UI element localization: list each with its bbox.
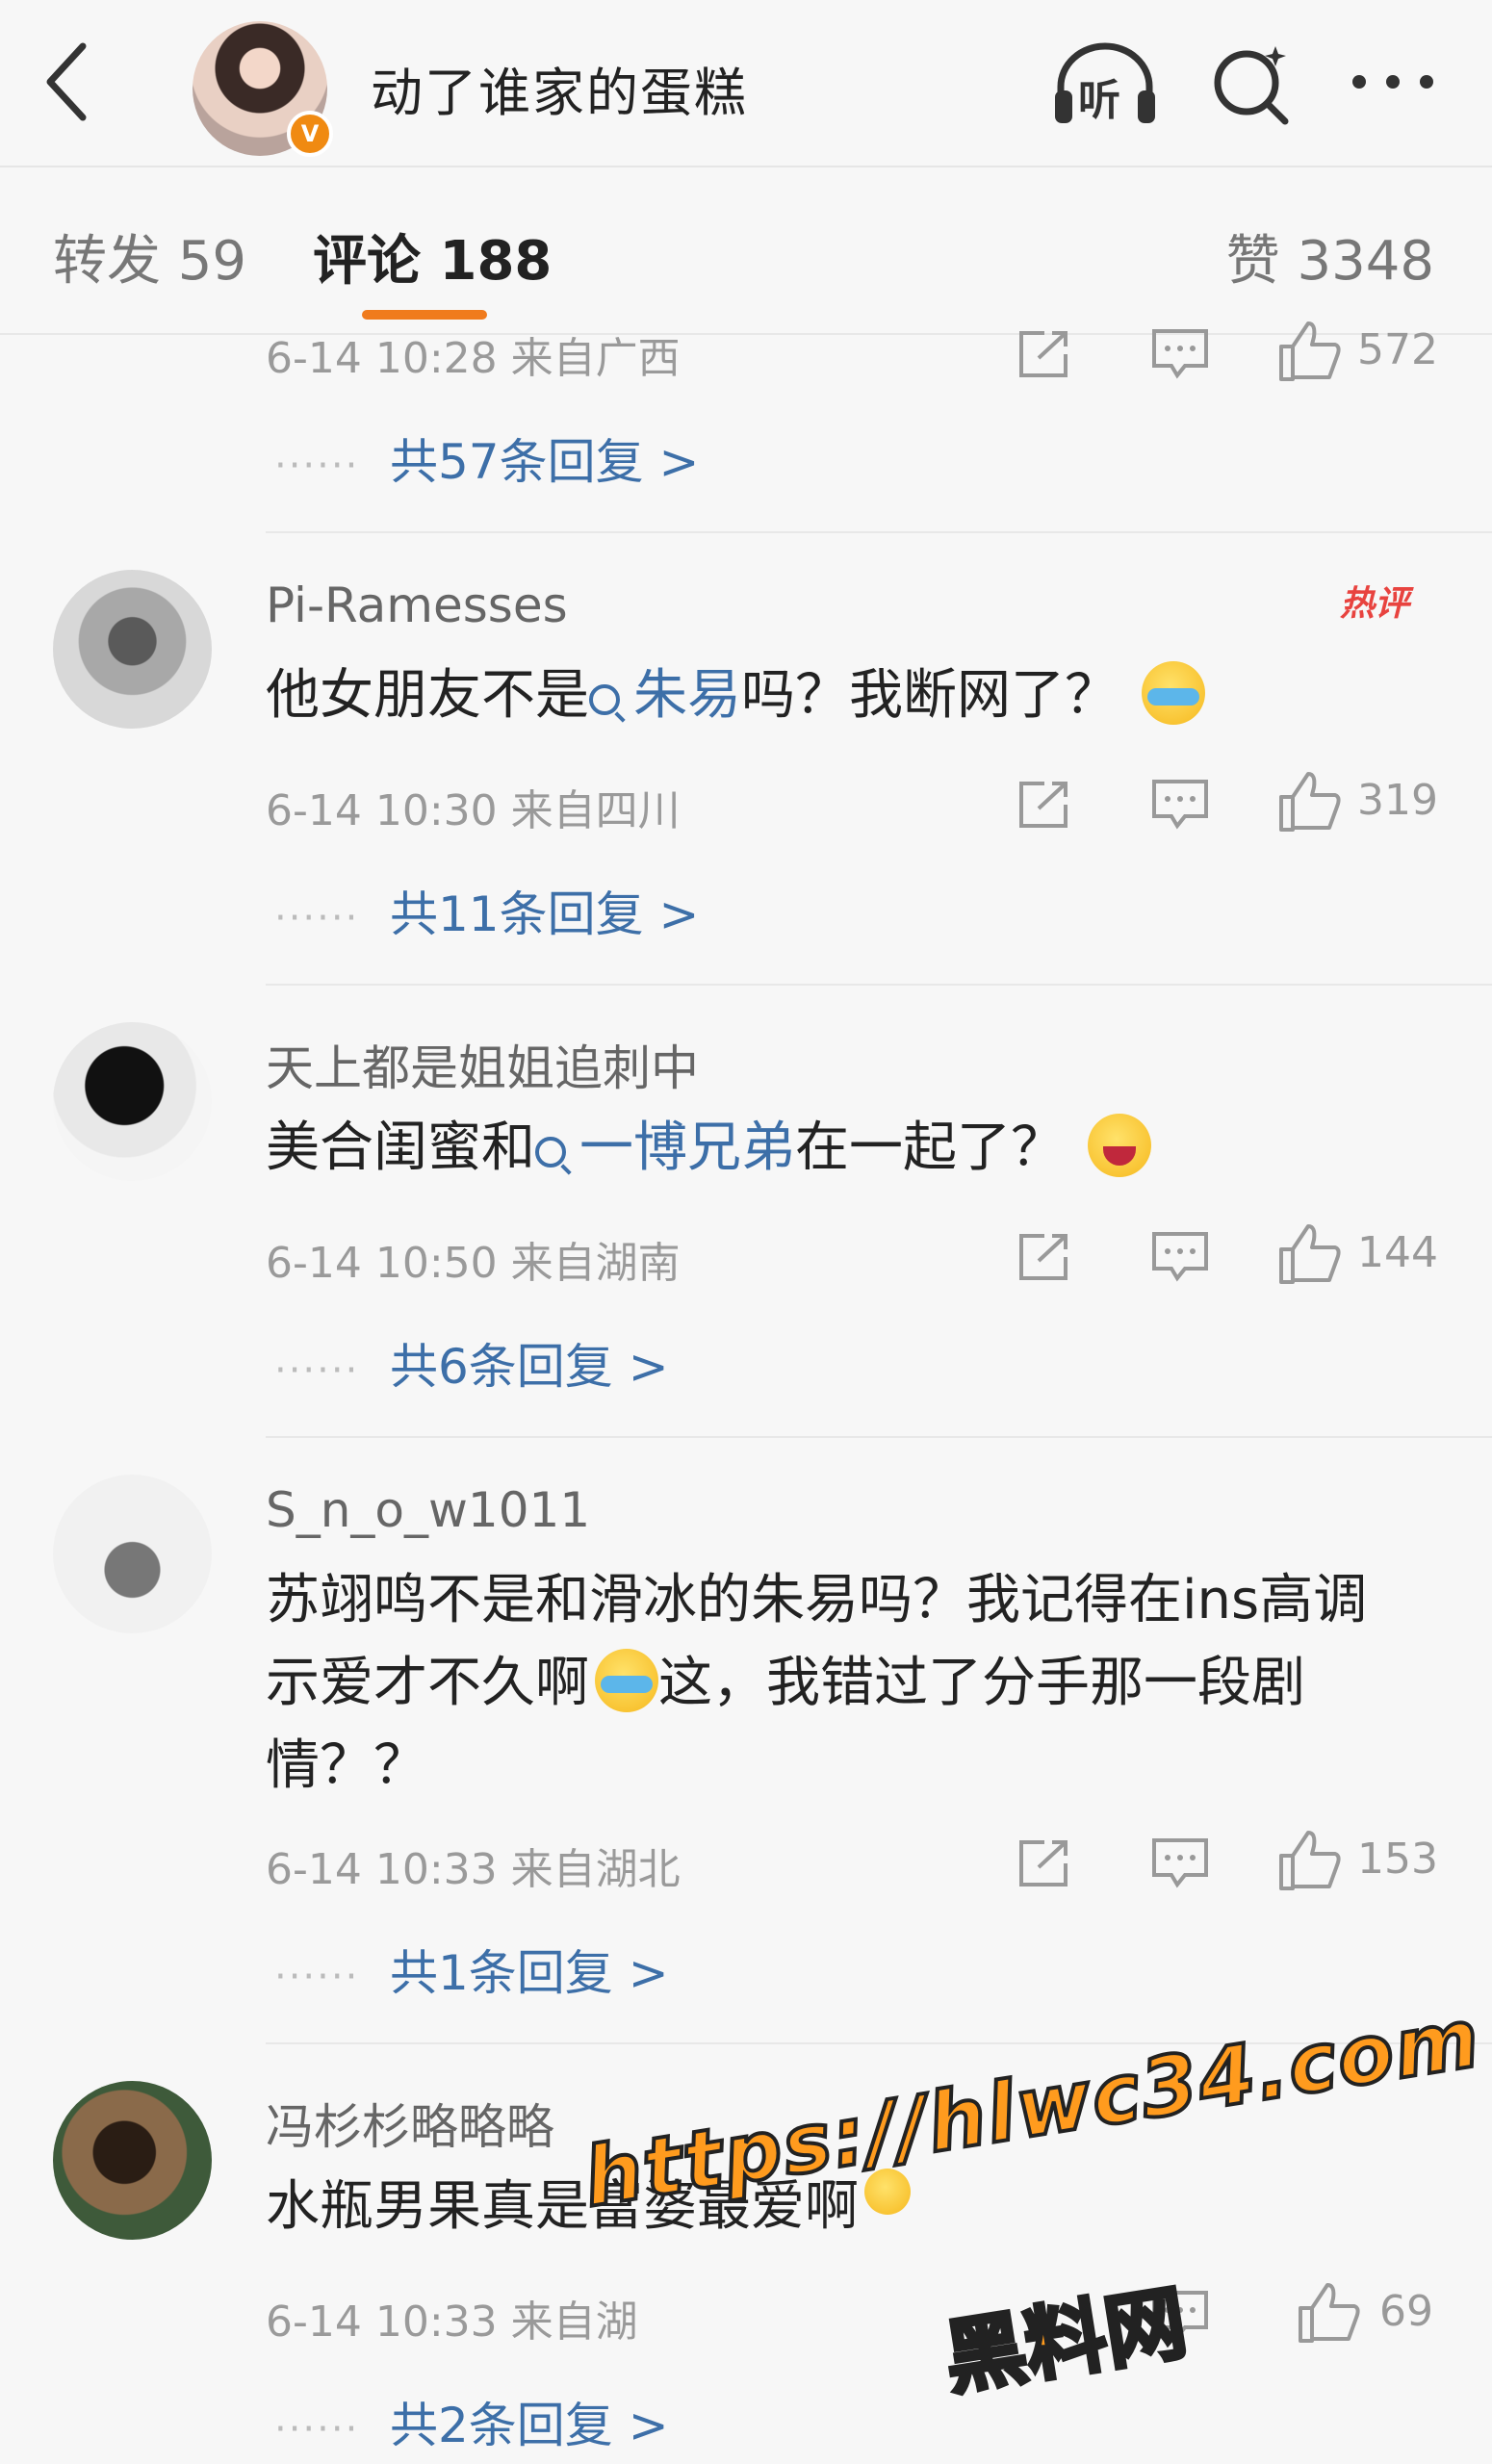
topic-label: 朱易 <box>633 664 741 727</box>
replies-count: 共6条回复 > <box>390 1339 669 1395</box>
divider <box>266 1436 1492 1438</box>
comment-actions: 144 <box>1016 1222 1439 1290</box>
divider <box>266 984 1492 986</box>
reply-dots: ······ <box>274 1348 360 1393</box>
search-icon <box>535 1137 566 1168</box>
crying-laughing-emoji-icon <box>595 1649 658 1712</box>
share-icon[interactable] <box>1016 1836 1073 1890</box>
like-count: 572 <box>1357 325 1438 374</box>
comment-meta: 6-14 10:50 来自湖南 <box>266 1239 681 1288</box>
crying-laughing-emoji-icon <box>1141 661 1205 725</box>
avatar[interactable] <box>53 2081 212 2240</box>
tab-likes[interactable]: 赞 3348 <box>1226 218 1434 295</box>
share-icon[interactable] <box>1016 778 1073 832</box>
like-count: 153 <box>1357 1835 1438 1884</box>
topic-link[interactable]: 朱易 <box>589 664 741 727</box>
view-replies-link[interactable]: ······ 共6条回复 > <box>274 1328 669 1398</box>
comment-text: 苏翊鸣不是和滑冰的朱易吗？我记得在ins高调 示爱才不久啊 这，我错过了分手那一段… <box>266 1559 1450 1808</box>
topic-link[interactable]: 一博兄弟 <box>535 1116 795 1179</box>
watermark: https://hlwc34.com 黑料网 <box>576 1989 1489 2408</box>
comment-text-part: 他女朋友不是 <box>266 664 589 727</box>
share-icon[interactable] <box>1016 327 1073 381</box>
comment-text-part: 吗？我断网了？ <box>741 664 1119 727</box>
listen-button[interactable]: 听 <box>1051 40 1159 127</box>
watermark-url: https://hlwc34.com <box>576 1989 1489 2227</box>
replies-count: 共11条回复 > <box>390 886 700 942</box>
page-title: 动了谁家的蛋糕 <box>371 63 748 123</box>
comment-username[interactable]: S_n_o_w1011 <box>266 1482 590 1538</box>
tab-bar: 转发 59 评论 188 赞 3348 <box>0 167 1492 335</box>
comment-actions: 572 <box>1016 320 1439 387</box>
watermark-name: 黑料网 <box>937 2273 1195 2408</box>
view-replies-link[interactable]: ······ 共11条回复 > <box>274 876 699 945</box>
like-icon[interactable] <box>1275 770 1343 834</box>
reply-dots: ······ <box>274 1955 360 1999</box>
comment-icon[interactable] <box>1150 1836 1210 1890</box>
topic-label: 一博兄弟 <box>579 1116 795 1179</box>
hot-comment-badge: 热评 <box>1340 584 1410 624</box>
comment-text: 美合闺蜜和 一博兄弟在一起了？ <box>266 1107 1450 1190</box>
comment-text-part: 这，我错过了分手那一段剧 <box>658 1652 1305 1714</box>
view-replies-link[interactable]: ······ 共1条回复 > <box>274 1935 669 2004</box>
comment-meta: 6-14 10:28 来自广西 <box>266 334 681 383</box>
comment-text-part: 在一起了？ <box>795 1116 1065 1179</box>
comment-text: 他女朋友不是 朱易吗？我断网了？ <box>266 654 1450 737</box>
replies-count: 共1条回复 > <box>390 1945 669 2001</box>
comment-meta: 6-14 10:30 来自四川 <box>266 786 681 835</box>
like-count: 144 <box>1357 1228 1438 1277</box>
avatar[interactable] <box>53 570 212 729</box>
comment-username[interactable]: Pi-Ramesses <box>266 578 568 633</box>
listen-label: 听 <box>1078 76 1120 125</box>
comment-username[interactable]: 天上都是姐姐追刺中 <box>266 1030 699 1099</box>
comment-actions: 153 <box>1016 1829 1439 1896</box>
tab-comments[interactable]: 评论 188 <box>313 218 552 295</box>
comment-line: 情？？ <box>266 1734 427 1797</box>
avatar[interactable] <box>53 1475 212 1633</box>
reply-dots: ······ <box>274 896 360 940</box>
search-icon[interactable] <box>1208 40 1295 127</box>
search-icon <box>589 684 620 715</box>
share-icon[interactable] <box>1016 1230 1073 1284</box>
view-replies-link[interactable]: ······ 共57条回复 > <box>274 424 699 493</box>
back-icon[interactable] <box>39 38 96 125</box>
comment-actions: 319 <box>1016 770 1439 837</box>
top-bar: V 动了谁家的蛋糕 听 <box>0 0 1492 167</box>
avatar[interactable] <box>53 1022 212 1181</box>
reply-dots: ······ <box>274 444 360 488</box>
like-icon[interactable] <box>1275 1829 1343 1892</box>
verified-badge: V <box>287 111 333 157</box>
divider <box>266 531 1492 533</box>
comment-meta: 6-14 10:33 来自湖北 <box>266 1845 681 1894</box>
comment-icon[interactable] <box>1150 778 1210 832</box>
comment-icon[interactable] <box>1150 1230 1210 1284</box>
like-icon[interactable] <box>1275 1222 1343 1286</box>
comment-text-part: 美合闺蜜和 <box>266 1116 535 1179</box>
reply-dots: ······ <box>274 2407 360 2451</box>
laughing-emoji-icon <box>1087 1114 1151 1177</box>
like-icon[interactable] <box>1275 320 1343 383</box>
replies-count: 共57条回复 > <box>390 434 700 490</box>
comment-line: 苏翊鸣不是和滑冰的朱易吗？我记得在ins高调 <box>266 1569 1368 1631</box>
replies-count: 共2条回复 > <box>390 2398 669 2453</box>
comment-username[interactable]: 冯杉杉略略略 <box>266 2089 554 2158</box>
comment-line: 示爱才不久啊 这，我错过了分手那一段剧 <box>266 1642 1450 1725</box>
comment-text-part: 示爱才不久啊 <box>266 1652 589 1714</box>
tab-repost[interactable]: 转发 59 <box>53 218 246 295</box>
comment-icon[interactable] <box>1150 327 1210 381</box>
more-icon[interactable] <box>1348 58 1439 106</box>
like-count: 319 <box>1357 776 1438 825</box>
active-tab-indicator <box>362 310 487 320</box>
